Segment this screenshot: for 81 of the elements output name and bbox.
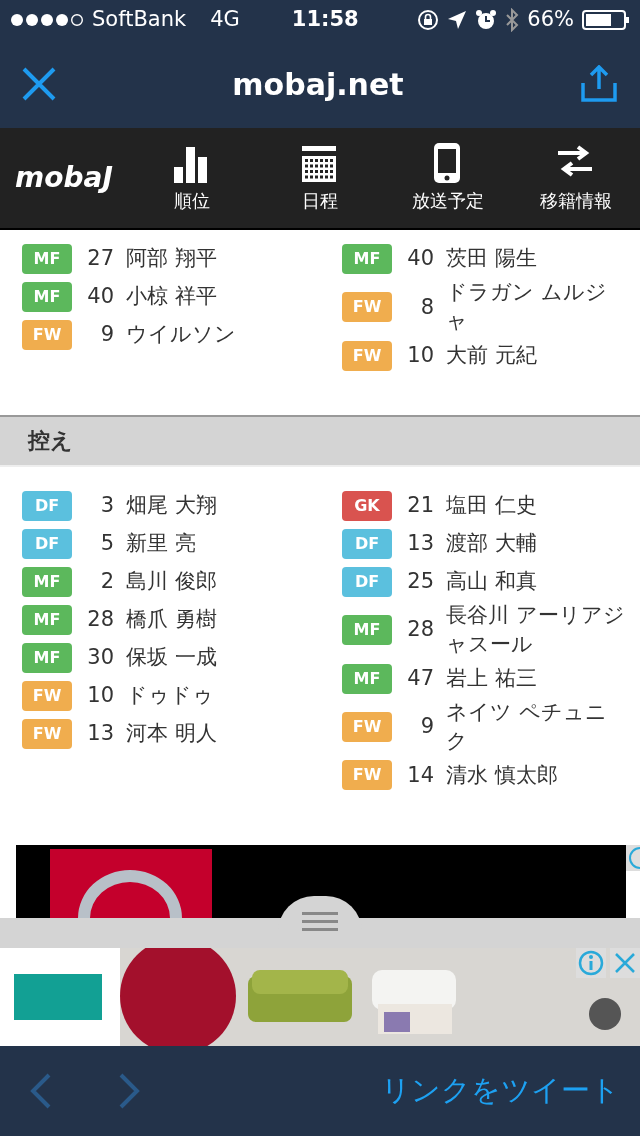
menu-item[interactable]: 順位 [128, 142, 256, 214]
player-number: 13 [86, 720, 114, 748]
share-icon[interactable] [580, 65, 618, 103]
position-badge: FW [342, 760, 392, 791]
player-name: ウイルソン [126, 321, 236, 349]
player-name: 阿部 翔平 [126, 245, 217, 273]
signal-icon [10, 12, 84, 28]
network-type: 4G [210, 6, 240, 34]
player-number: 40 [86, 283, 114, 311]
player-name: 新里 亮 [126, 530, 196, 558]
player-number: 3 [99, 492, 114, 520]
player-number: 2 [99, 568, 114, 596]
player-name: 岩上 祐三 [446, 664, 537, 692]
player-name: ネイツ ペチュニク [446, 698, 608, 755]
player-name: 島川 俊郎 [126, 568, 217, 596]
section-heading: 控え [28, 427, 73, 456]
site-logo[interactable]: mobaJ [0, 157, 128, 199]
player-name: 高山 和真 [446, 568, 537, 596]
player-number: 5 [99, 530, 114, 558]
player-name: ドラガン ムルジャ [446, 279, 608, 336]
tweet-link[interactable]: リンクをツイート [381, 1069, 620, 1113]
position-badge: FW [22, 718, 72, 749]
player-number: 28 [86, 606, 114, 634]
position-badge: MF [342, 615, 392, 646]
player-name: 橋爪 勇樹 [126, 606, 217, 634]
alarm-icon [475, 9, 498, 31]
player-name: 塩田 仁史 [446, 492, 537, 520]
carrier-name: SoftBank [92, 6, 187, 34]
position-badge: MF [22, 566, 72, 597]
clock: 11:58 [291, 6, 359, 34]
player-number: 10 [406, 342, 434, 370]
rotation-lock-icon [417, 9, 440, 31]
player-number: 21 [406, 492, 434, 520]
position-badge: DF [342, 528, 392, 559]
player-name: 渡部 大輔 [446, 530, 537, 558]
position-badge: DF [22, 490, 72, 521]
battery-percentage: 66% [527, 6, 574, 34]
position-badge: DF [22, 528, 72, 559]
close-icon[interactable] [22, 67, 56, 101]
bluetooth-icon [505, 8, 520, 32]
position-badge: MF [342, 663, 392, 694]
player-number: 25 [406, 568, 434, 596]
menu-item[interactable]: 日程 [256, 142, 384, 214]
location-icon [447, 10, 468, 30]
player-name: 長谷川 アーリアジャスール [446, 601, 626, 659]
player-name: 清水 慎太郎 [446, 761, 558, 789]
position-badge: FW [22, 320, 72, 350]
player-number: 47 [406, 664, 434, 692]
player-number: 27 [86, 245, 114, 273]
player-name: 保坂 一成 [126, 644, 217, 672]
player-number: 40 [406, 245, 434, 273]
menu-item[interactable]: 移籍情報 [512, 142, 640, 214]
player-number: 9 [419, 713, 434, 741]
player-name: 河本 明人 [126, 720, 217, 748]
player-number: 13 [406, 530, 434, 558]
position-badge: FW [22, 680, 72, 711]
player-name: 茨田 陽生 [446, 245, 537, 273]
player-number: 28 [406, 616, 434, 644]
position-badge: FW [342, 292, 392, 323]
page-title: mobaj.net [232, 65, 404, 104]
close-icon[interactable] [610, 948, 640, 978]
player-name: ドゥドゥ [126, 682, 214, 710]
position-badge: FW [342, 340, 392, 371]
player-number: 14 [406, 761, 434, 789]
position-badge: FW [342, 711, 392, 742]
position-badge: MF [22, 642, 72, 673]
position-badge: MF [22, 244, 72, 274]
battery-icon [582, 9, 630, 31]
position-badge: MF [22, 604, 72, 635]
position-badge: DF [342, 566, 392, 597]
player-name: 小椋 祥平 [126, 283, 217, 311]
position-badge: MF [22, 282, 72, 312]
player-number: 9 [99, 321, 114, 349]
player-number: 8 [419, 293, 434, 321]
player-number: 30 [86, 644, 114, 672]
position-badge: MF [342, 244, 392, 274]
player-number: 10 [86, 682, 114, 710]
menu-item[interactable]: 放送予定 [384, 142, 512, 214]
player-name: 大前 元紀 [446, 342, 537, 370]
player-name: 畑尾 大翔 [126, 492, 217, 520]
position-badge: GK [342, 490, 392, 521]
